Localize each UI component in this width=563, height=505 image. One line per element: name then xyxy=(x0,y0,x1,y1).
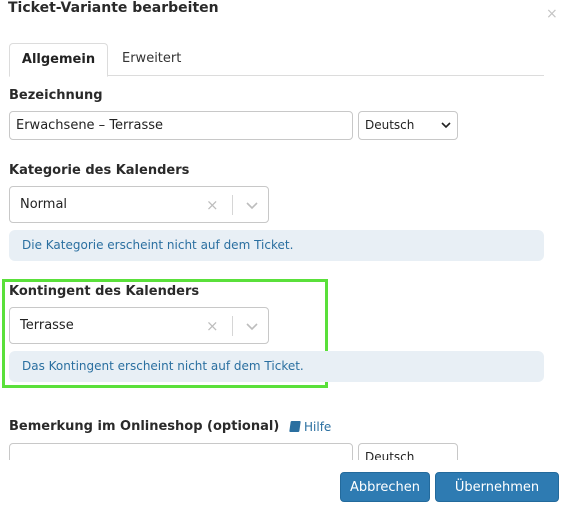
chevron-down-icon[interactable] xyxy=(240,187,264,223)
dialog-footer: Abbrechen Übernehmen xyxy=(0,460,563,505)
help-link[interactable]: Hilfe xyxy=(289,420,332,434)
cancel-button[interactable]: Abbrechen xyxy=(340,472,430,502)
kontingent-info-box: Das Kontingent erscheint nicht auf dem T… xyxy=(9,351,544,382)
clear-icon[interactable]: × xyxy=(206,308,219,344)
kategorie-select-value: Normal xyxy=(20,197,68,212)
apply-button[interactable]: Übernehmen xyxy=(435,472,559,502)
select-separator xyxy=(232,316,233,336)
book-icon xyxy=(289,421,301,432)
help-label: Hilfe xyxy=(304,420,332,434)
bezeichnung-input[interactable] xyxy=(9,111,353,140)
kontingent-label: Kontingent des Kalenders xyxy=(9,284,200,299)
bezeichnung-language-select[interactable]: Deutsch xyxy=(358,111,458,140)
bemerkung-label: Bemerkung im Onlineshop (optional) xyxy=(9,419,280,434)
select-separator xyxy=(232,195,233,215)
dialog-title: Ticket-Variante bearbeiten xyxy=(8,0,219,16)
chevron-down-icon[interactable] xyxy=(240,308,264,344)
kategorie-select[interactable]: Normal × xyxy=(9,186,269,223)
tab-allgemein[interactable]: Allgemein xyxy=(9,43,108,77)
tab-bar: Allgemein Erweitert xyxy=(9,43,544,77)
close-icon[interactable]: × xyxy=(546,7,558,21)
chevron-down-icon xyxy=(441,122,451,129)
language-select-value: Deutsch xyxy=(365,118,415,132)
tab-erweitert[interactable]: Erweitert xyxy=(110,43,193,76)
kontingent-select[interactable]: Terrasse × xyxy=(9,307,269,344)
kategorie-info-box: Die Kategorie erscheint nicht auf dem Ti… xyxy=(9,230,544,261)
bezeichnung-label: Bezeichnung xyxy=(9,88,103,103)
edit-ticket-variant-dialog: Ticket-Variante bearbeiten × Allgemein E… xyxy=(0,0,563,505)
clear-icon[interactable]: × xyxy=(206,187,219,223)
kontingent-select-value: Terrasse xyxy=(20,318,74,333)
kategorie-label: Kategorie des Kalenders xyxy=(9,163,190,178)
